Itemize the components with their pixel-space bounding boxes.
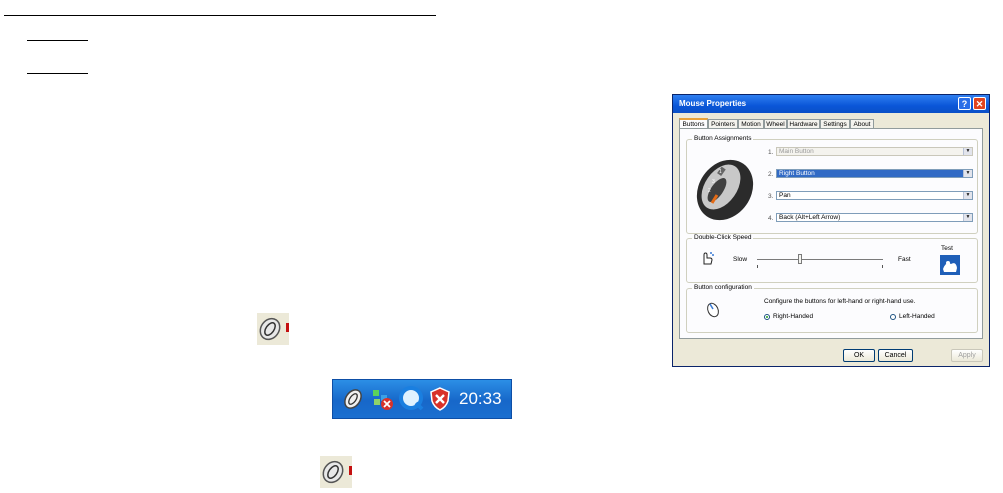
security-shield-icon[interactable]	[427, 386, 453, 412]
test-label: Test	[941, 245, 953, 252]
assignment-select-1: Main Button ▼	[776, 147, 973, 156]
assignment-num-2: 2.	[768, 171, 774, 178]
chevron-down-icon[interactable]: ▼	[963, 170, 972, 177]
button-assignments-label: Button Assignments	[692, 135, 754, 142]
heading-underline	[4, 15, 436, 16]
speed-slider-track[interactable]	[757, 259, 883, 260]
button-assignments-group: Button Assignments 1 3 2 1. Main Button …	[686, 135, 978, 234]
cancel-button[interactable]: Cancel	[878, 349, 913, 362]
left-handed-radio[interactable]	[890, 314, 896, 320]
dialog-titlebar[interactable]: Mouse Properties ? ✕	[673, 95, 989, 113]
right-handed-radio[interactable]	[764, 314, 770, 320]
slider-tick-left	[757, 265, 758, 268]
double-click-speed-group: Double-Click Speed Slow Fast Test	[686, 234, 978, 283]
mouse-small-icon	[705, 300, 721, 318]
assignment-select-2[interactable]: Right Button ▼	[776, 169, 973, 178]
test-area-icon[interactable]	[940, 255, 960, 275]
short-underline-2	[27, 73, 88, 74]
assignment-num-4: 4.	[768, 215, 774, 222]
tray-clock[interactable]: 20:33	[459, 389, 502, 409]
svg-text:3: 3	[712, 179, 715, 185]
slider-tick-right	[882, 265, 883, 268]
quicktime-icon[interactable]	[399, 386, 425, 412]
svg-text:1: 1	[719, 169, 722, 175]
mouse-image: 1 3 2	[691, 154, 759, 226]
button-configuration-label: Button configuration	[692, 284, 754, 291]
chevron-down-icon: ▼	[963, 148, 972, 155]
right-handed-label[interactable]: Right-Handed	[773, 313, 813, 320]
assignment-value-4: Back (Alt+Left Arrow)	[779, 214, 841, 221]
left-handed-label[interactable]: Left-Handed	[899, 313, 935, 320]
assignment-value-2: Right Button	[779, 170, 815, 177]
slow-label: Slow	[733, 256, 748, 263]
tab-panel-buttons: Button Assignments 1 3 2 1. Main Button …	[679, 128, 983, 339]
taskbar-tray: 20:33	[332, 379, 512, 419]
assignment-value-3: Pan	[779, 192, 791, 199]
speed-slider-thumb[interactable]	[797, 254, 802, 264]
network-disconnected-icon[interactable]	[370, 386, 396, 412]
dialog-title: Mouse Properties	[679, 99, 747, 108]
apply-button[interactable]: Apply	[951, 349, 983, 362]
chevron-down-icon[interactable]: ▼	[963, 214, 972, 221]
mouse-keyboard-icon[interactable]	[341, 386, 367, 412]
help-button[interactable]: ?	[958, 97, 971, 110]
assignment-num-3: 3.	[768, 193, 774, 200]
red-indicator	[286, 323, 289, 332]
svg-text:2: 2	[708, 188, 711, 194]
button-configuration-group: Button configuration Configure the butto…	[686, 284, 978, 333]
assignment-select-4[interactable]: Back (Alt+Left Arrow) ▼	[776, 213, 973, 222]
mouse-properties-dialog: Mouse Properties ? ✕ Buttons Pointers Mo…	[672, 94, 990, 367]
mouse-keyboard-icon	[257, 313, 289, 345]
fast-label: Fast	[898, 256, 911, 263]
mouse-keyboard-icon	[320, 456, 352, 488]
button-configuration-description: Configure the buttons for left-hand or r…	[764, 298, 916, 305]
double-click-speed-label: Double-Click Speed	[692, 234, 754, 241]
assignment-select-3[interactable]: Pan ▼	[776, 191, 973, 200]
close-button[interactable]: ✕	[973, 97, 986, 110]
assignment-value-1: Main Button	[779, 148, 814, 155]
assignment-num-1: 1.	[768, 149, 774, 156]
red-indicator	[349, 466, 352, 475]
ok-button[interactable]: OK	[843, 349, 875, 362]
pointer-hand-icon	[699, 250, 715, 266]
short-underline-1	[27, 40, 88, 41]
chevron-down-icon[interactable]: ▼	[963, 192, 972, 199]
